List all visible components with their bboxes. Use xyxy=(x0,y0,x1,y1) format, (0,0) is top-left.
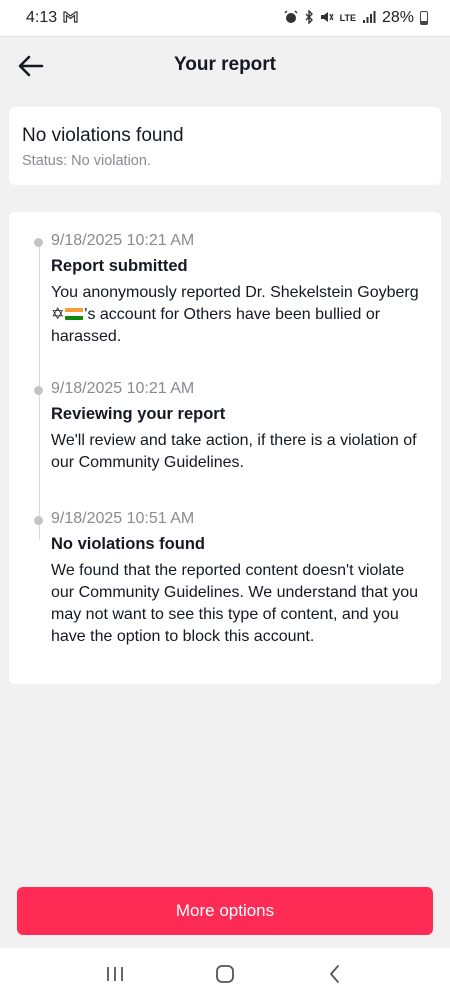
home-icon xyxy=(216,965,234,983)
more-options-button[interactable]: More options xyxy=(17,887,433,935)
network-type: LTE xyxy=(339,12,356,23)
bluetooth-icon xyxy=(304,8,314,27)
mute-icon xyxy=(320,10,334,27)
signal-icon xyxy=(362,10,376,27)
star-of-david-symbol: ✡ xyxy=(51,306,65,323)
timeline-time: 9/18/2025 10:21 AM xyxy=(51,232,195,249)
timeline-heading: Report submitted xyxy=(51,257,188,275)
timeline-time: 9/18/2025 10:21 AM xyxy=(51,380,195,397)
timeline-dot xyxy=(34,238,43,247)
timeline-item-reviewing: 9/18/2025 10:21 AM Reviewing your report… xyxy=(34,380,429,474)
page-title: Your report xyxy=(173,54,277,75)
gmail-icon xyxy=(63,10,78,26)
report-timeline-card: 9/18/2025 10:21 AM Report submitted You … xyxy=(9,212,441,684)
recent-apps-button[interactable] xyxy=(95,954,135,994)
status-time: 4:13 xyxy=(26,9,58,26)
timeline-time: 9/18/2025 10:51 AM xyxy=(51,510,195,527)
status-bar: 4:13 LTE 28% xyxy=(0,0,450,36)
timeline-body-text: You anonymously reported Dr. Shekelstein… xyxy=(51,284,419,301)
home-button[interactable] xyxy=(205,954,245,994)
system-back-button[interactable] xyxy=(315,954,355,994)
back-button[interactable] xyxy=(14,49,48,83)
battery-percent: 28% xyxy=(381,9,414,26)
timeline-heading: No violations found xyxy=(51,535,205,553)
summary-title: No violations found xyxy=(22,125,184,146)
summary-status: Status: No violation. xyxy=(22,153,151,169)
recent-apps-icon xyxy=(107,967,123,981)
timeline-body: You anonymously reported Dr. Shekelstein… xyxy=(51,282,429,348)
alarm-icon xyxy=(284,9,298,27)
report-summary-card: No violations found Status: No violation… xyxy=(9,107,441,185)
page-header: Your report xyxy=(0,37,450,93)
battery-icon xyxy=(420,11,428,25)
system-nav-bar xyxy=(0,948,450,1000)
timeline-body: We'll review and take action, if there i… xyxy=(51,432,417,471)
timeline-dot xyxy=(34,386,43,395)
timeline-dot xyxy=(34,516,43,525)
india-flag-icon xyxy=(65,308,84,320)
timeline-body: We found that the reported content doesn… xyxy=(51,562,419,645)
arrow-left-icon xyxy=(18,55,44,77)
timeline-item-submitted: 9/18/2025 10:21 AM Report submitted You … xyxy=(34,232,429,348)
timeline-item-result: 9/18/2025 10:51 AM No violations found W… xyxy=(34,510,429,648)
timeline-body-text-end: 's account for Others have been bullied … xyxy=(51,306,381,345)
timeline-heading: Reviewing your report xyxy=(51,405,226,423)
chevron-left-icon xyxy=(330,965,339,983)
